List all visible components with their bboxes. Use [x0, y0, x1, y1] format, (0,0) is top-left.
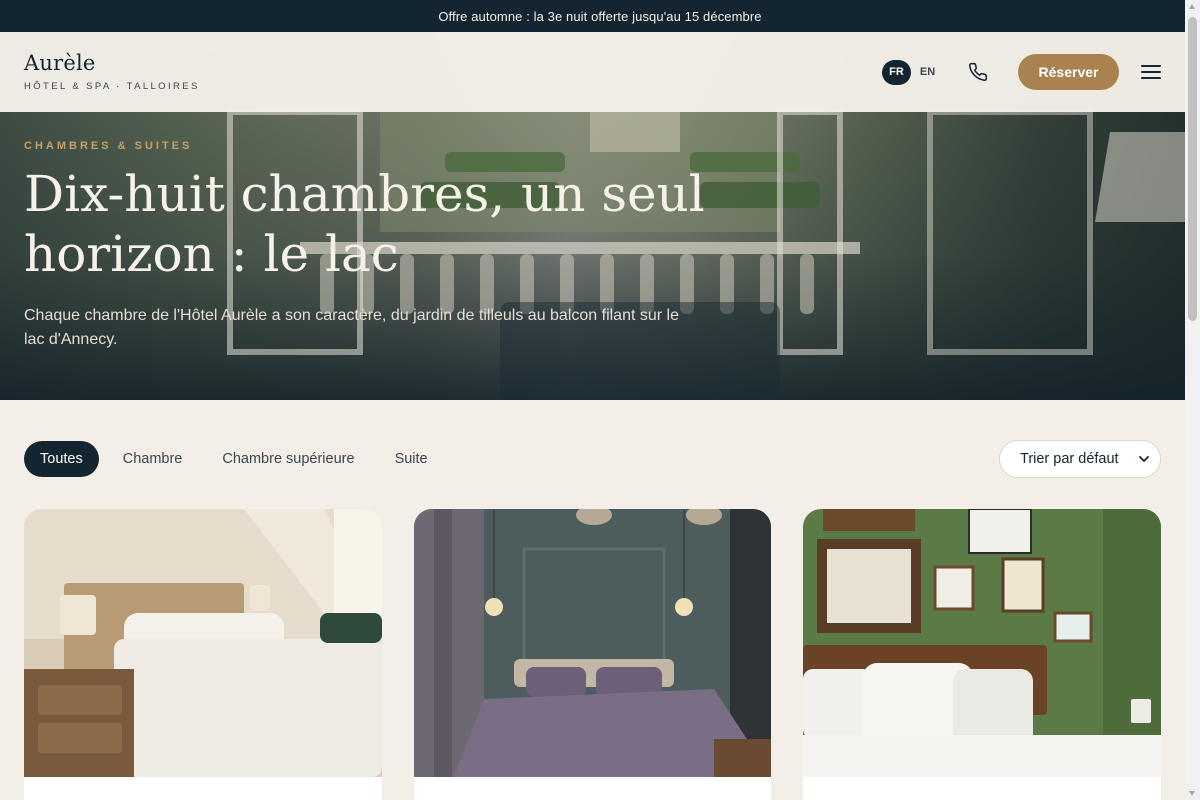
page-scrollbar[interactable]: [1185, 0, 1200, 800]
room-card[interactable]: [413, 509, 772, 800]
scroll-up-arrow-icon[interactable]: [1189, 4, 1195, 9]
sort-select[interactable]: Trier par défaut: [999, 440, 1161, 478]
brand-logo[interactable]: Aurèle HÔTEL & SPA · TALLOIRES: [24, 51, 200, 92]
header-actions: FR EN Réserver: [882, 54, 1161, 90]
filter-chip-toutes[interactable]: Toutes: [24, 441, 99, 477]
chevron-down-icon: [1139, 456, 1149, 462]
hero-text: CHAMBRES & SUITES Dix-huit chambres, un …: [24, 140, 724, 352]
room-photo-green-bedroom[interactable]: [803, 509, 1162, 777]
lang-fr-button[interactable]: FR: [882, 59, 911, 85]
brand-tagline: HÔTEL & SPA · TALLOIRES: [24, 80, 200, 92]
room-photo-warm-bedroom[interactable]: [24, 509, 382, 777]
hamburger-menu-icon[interactable]: [1141, 62, 1161, 82]
promo-banner: Offre automne : la 3e nuit offerte jusqu…: [0, 0, 1200, 32]
filter-chip-chambre-superieure[interactable]: Chambre supérieure: [206, 441, 370, 477]
filter-chip-chambre[interactable]: Chambre: [107, 441, 199, 477]
hero-title: Dix-huit chambres, un seul horizon : le …: [24, 165, 705, 283]
scroll-down-arrow-icon[interactable]: [1189, 791, 1195, 796]
room-card[interactable]: [24, 509, 382, 800]
room-filters: Toutes Chambre Chambre supérieure Suite …: [24, 440, 1161, 478]
phone-icon[interactable]: [966, 60, 990, 84]
reserve-button[interactable]: Réserver: [1018, 54, 1119, 90]
lang-en-button[interactable]: EN: [913, 60, 942, 85]
room-card-list: [24, 509, 1162, 800]
promo-text: Offre automne : la 3e nuit offerte jusqu…: [438, 8, 762, 24]
language-switcher: FR EN: [882, 59, 942, 85]
room-photo-slate-bedroom[interactable]: [413, 509, 772, 777]
room-card[interactable]: [803, 509, 1162, 800]
filter-chip-suite[interactable]: Suite: [379, 441, 444, 477]
hero-eyebrow: CHAMBRES & SUITES: [24, 140, 193, 152]
hero-subtitle: Chaque chambre de l'Hôtel Aurèle a son c…: [24, 307, 679, 348]
scroll-thumb[interactable]: [1188, 17, 1197, 321]
sort-select-value: Trier par défaut: [1020, 451, 1119, 467]
brand-name: Aurèle: [24, 51, 96, 76]
site-header: Aurèle HÔTEL & SPA · TALLOIRES FR EN Rés…: [0, 32, 1185, 112]
